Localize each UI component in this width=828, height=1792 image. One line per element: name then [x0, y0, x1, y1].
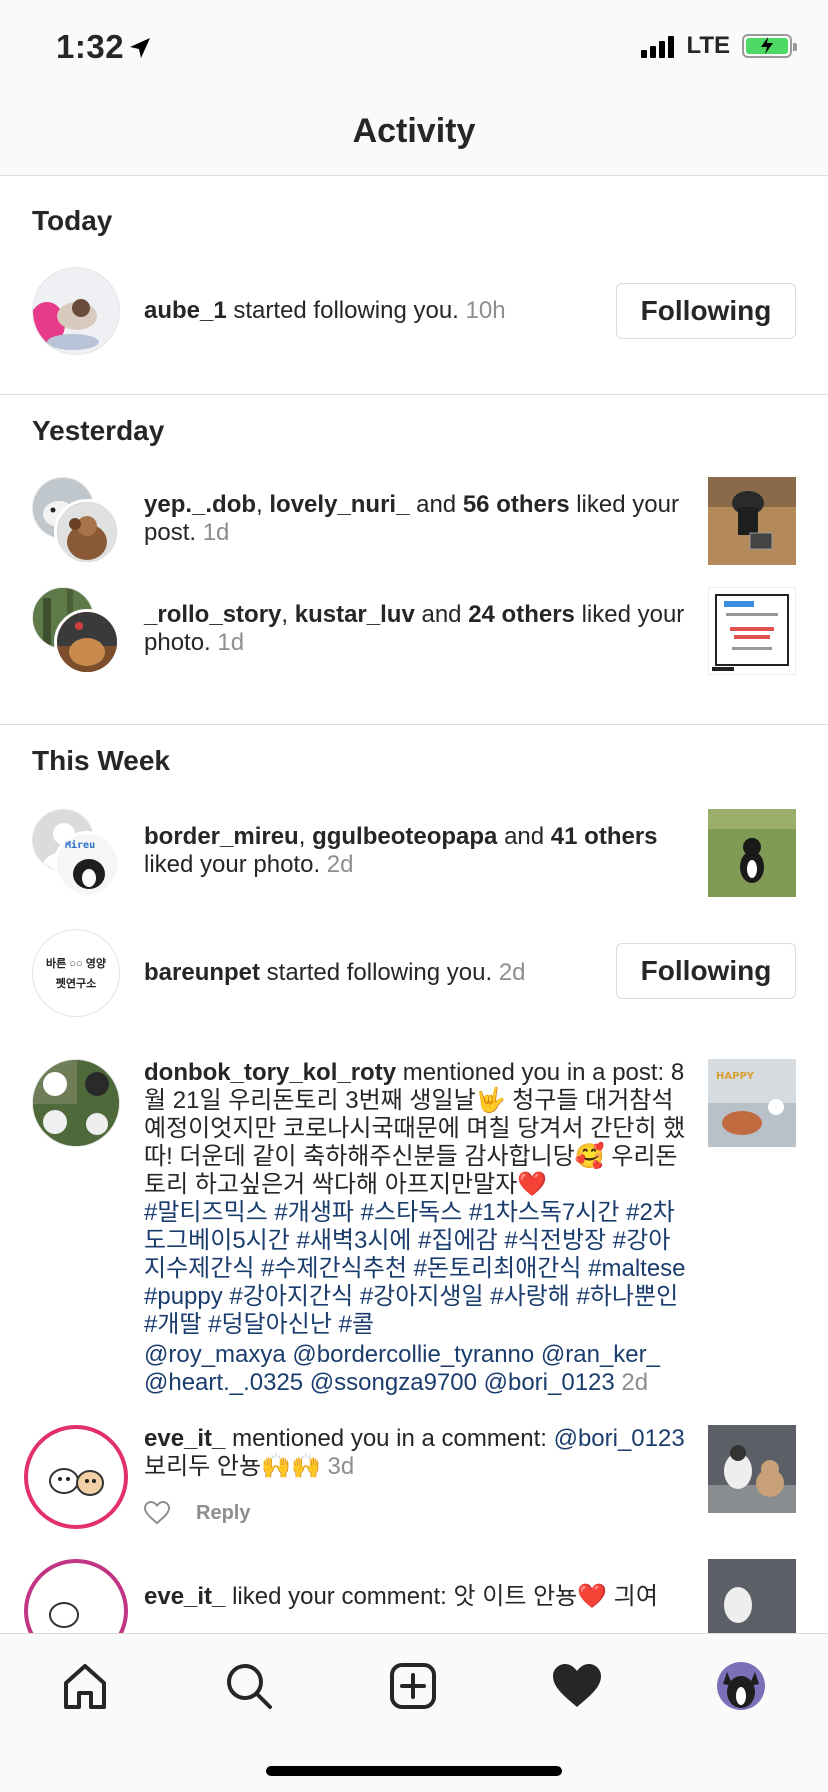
username[interactable]: lovely_nuri_	[269, 491, 409, 518]
following-button[interactable]: Following	[616, 283, 796, 339]
post-thumbnail[interactable]	[708, 1425, 796, 1513]
notification-row[interactable]: 바른 ○○ 영양 펫연구소 bareunpet started followin…	[0, 929, 828, 1059]
avatar-aube[interactable]	[32, 267, 120, 355]
svg-text:HAPPY: HAPPY	[716, 1071, 755, 1082]
avatar-bareunpet[interactable]: 바른 ○○ 영양 펫연구소	[32, 929, 120, 1017]
username[interactable]: kustar_luv	[295, 601, 415, 628]
notification-row[interactable]: eve_it_ liked your comment: 앗 이트 안뇽❤️ 긔여	[0, 1559, 828, 1633]
tab-activity[interactable]	[545, 1654, 609, 1718]
tab-profile[interactable]	[709, 1654, 773, 1718]
notification-text: eve_it_ mentioned you in a comment: @bor…	[144, 1425, 688, 1527]
activity-feed[interactable]: Today aube_1 started following you. 10h …	[0, 177, 828, 1633]
username[interactable]: aube_1	[144, 297, 227, 324]
username[interactable]: ggulbeoteopapa	[312, 823, 497, 850]
username[interactable]: _rollo_story	[144, 601, 281, 628]
notification-text: eve_it_ liked your comment: 앗 이트 안뇽❤️ 긔여	[144, 1583, 658, 1610]
tab-new-post[interactable]	[381, 1654, 445, 1718]
username[interactable]: eve_it_	[144, 1583, 225, 1610]
username[interactable]: eve_it_	[144, 1425, 225, 1452]
status-indicators: LTE	[641, 32, 797, 60]
avatar-logo-text: 영양	[85, 958, 106, 970]
home-indicator[interactable]	[266, 1766, 562, 1776]
timestamp: 2d	[326, 851, 354, 878]
username[interactable]: border_mireu	[144, 823, 299, 850]
timestamp: 2d	[498, 959, 526, 986]
username[interactable]: donbok_tory_kol_roty	[144, 1059, 396, 1086]
timestamp: 1d	[217, 629, 245, 656]
new-post-icon	[390, 1663, 436, 1709]
post-mentions[interactable]: @roy_maxya @bordercollie_tyranno @ran_ke…	[144, 1341, 660, 1396]
activity-header: Activity	[0, 96, 828, 176]
following-button[interactable]: Following	[616, 943, 796, 999]
stacked-avatars[interactable]	[32, 587, 120, 675]
others-count[interactable]: 24 others	[468, 601, 575, 628]
avatar-logo-text: 바른	[46, 958, 67, 970]
section-this-week: This Week Mireu border_mireu, ggulbeoteo…	[0, 725, 828, 1633]
location-arrow-icon	[130, 38, 150, 58]
avatar-eve-it[interactable]	[24, 1425, 128, 1529]
notification-row[interactable]: aube_1 started following you. 10h Follow…	[0, 267, 828, 355]
section-today: Today aube_1 started following you. 10h …	[0, 177, 828, 395]
post-thumbnail[interactable]	[708, 809, 796, 897]
section-title: Yesterday	[32, 415, 165, 446]
tab-home[interactable]	[53, 1654, 117, 1718]
profile-avatar	[717, 1662, 765, 1710]
notification-text: _rollo_story, kustar_luv and 24 others l…	[144, 601, 685, 656]
notification-row[interactable]: _rollo_story, kustar_luv and 24 others l…	[0, 587, 828, 707]
home-icon	[64, 1664, 106, 1709]
notification-text: aube_1 started following you. 10h	[144, 297, 506, 324]
notification-row[interactable]: Mireu border_mireu, ggulbeoteopapa and 4…	[0, 809, 828, 929]
tab-search[interactable]	[217, 1654, 281, 1718]
avatar-eve-it[interactable]	[24, 1559, 128, 1633]
notification-text: donbok_tory_kol_roty mentioned you in a …	[144, 1059, 688, 1397]
notification-text: bareunpet started following you. 2d	[144, 959, 526, 986]
battery-icon	[742, 34, 797, 58]
post-thumbnail[interactable]	[708, 1559, 796, 1633]
comment-actions: Reply	[144, 1499, 688, 1527]
stacked-avatars[interactable]	[32, 477, 120, 565]
page-title: Activity	[352, 112, 476, 150]
status-bar: 1:32 LTE	[0, 0, 828, 96]
notification-row[interactable]: donbok_tory_kol_roty mentioned you in a …	[0, 1059, 828, 1417]
avatar-donbok[interactable]	[32, 1059, 120, 1147]
svg-text:Mireu: Mireu	[65, 839, 95, 851]
search-icon	[227, 1664, 272, 1709]
notification-row[interactable]: eve_it_ mentioned you in a comment: @bor…	[0, 1417, 828, 1559]
timestamp: 3d	[327, 1453, 355, 1480]
section-yesterday: Yesterday yep._.dob, lovely_nuri_ and 56…	[0, 395, 828, 725]
timestamp: 1d	[202, 519, 230, 546]
timestamp: 2d	[621, 1369, 649, 1396]
network-label: LTE	[686, 32, 730, 59]
section-title: Today	[32, 205, 113, 236]
notification-text: yep._.dob, lovely_nuri_ and 56 others li…	[144, 491, 679, 546]
post-thumbnail[interactable]: HAPPY	[708, 1059, 796, 1147]
others-count[interactable]: 41 others	[551, 823, 658, 850]
notification-row[interactable]: yep._.dob, lovely_nuri_ and 56 others li…	[0, 467, 828, 587]
activity-heart-icon	[553, 1664, 601, 1707]
notification-text: border_mireu, ggulbeoteopapa and 41 othe…	[144, 823, 658, 878]
status-time: 1:32	[56, 28, 125, 65]
post-thumbnail[interactable]	[708, 477, 796, 565]
section-title: This Week	[32, 745, 170, 776]
stacked-avatars[interactable]: Mireu	[32, 809, 120, 897]
post-hashtags[interactable]: #말티즈믹스 #개생파 #스타독스 #1차스독7시간 #2차도그베이5시간 #새…	[144, 1199, 688, 1339]
mention[interactable]: @bori_0123	[554, 1425, 685, 1452]
signal-icon	[641, 34, 675, 58]
timestamp: 10h	[465, 297, 506, 324]
avatar-logo-text: 펫연구소	[55, 978, 97, 990]
reply-button[interactable]: Reply	[196, 1499, 250, 1527]
post-thumbnail[interactable]	[708, 587, 796, 675]
username[interactable]: yep._.dob	[144, 491, 256, 518]
username[interactable]: bareunpet	[144, 959, 260, 986]
others-count[interactable]: 56 others	[463, 491, 570, 518]
like-heart-icon[interactable]	[144, 1501, 170, 1525]
